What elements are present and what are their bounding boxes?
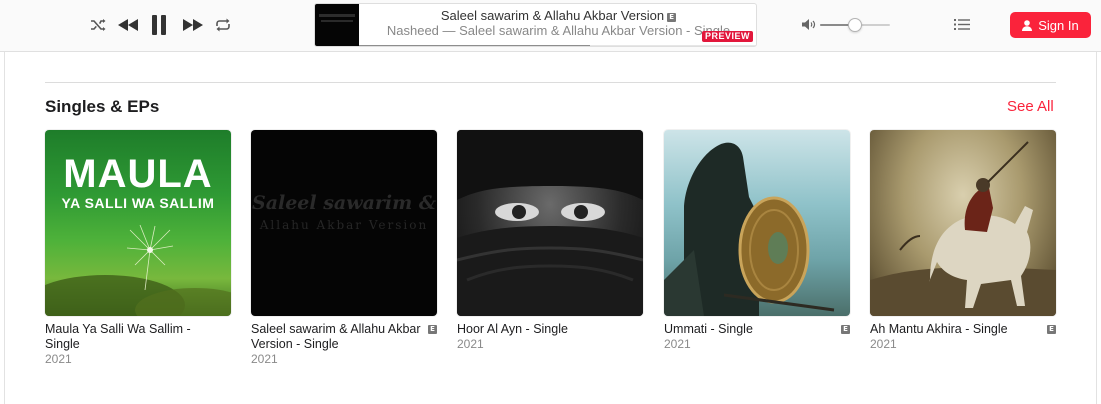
album-artwork[interactable] (870, 130, 1056, 316)
now-playing-panel: Saleel sawarim & Allahu Akbar Version E N… (314, 3, 757, 47)
album-year: 2021 (457, 337, 484, 351)
volume-slider[interactable] (820, 18, 890, 32)
album-title[interactable]: Hoor Al Ayn - Single (457, 322, 643, 337)
list-icon[interactable] (954, 18, 970, 36)
section-divider (45, 82, 1056, 83)
now-playing-subtitle[interactable]: Nasheed — Saleel sawarim & Allahu Akbar … (359, 23, 756, 38)
now-playing-title: Saleel sawarim & Allahu Akbar Version E (359, 8, 756, 23)
artwork-title-text: Saleel sawarim & (251, 192, 437, 214)
see-all-link[interactable]: See All (1007, 98, 1054, 115)
playback-progress[interactable] (359, 45, 756, 46)
album-year: 2021 (45, 352, 72, 366)
pause-icon[interactable] (148, 14, 170, 36)
album-title[interactable]: Maula Ya Salli Wa Sallim - Single (45, 322, 231, 352)
album-card[interactable]: MAULA YA SALLI WA SALLIM Maula Ya Salli … (45, 130, 231, 367)
album-artwork[interactable] (457, 130, 643, 316)
album-card[interactable]: Saleel sawarim & Allahu Akbar Version Sa… (251, 130, 437, 367)
album-card[interactable]: Hoor Al Ayn - Single 2021 (457, 130, 643, 352)
artwork-subtitle-text: YA SALLI WA SALLIM (61, 195, 215, 211)
section-title: Singles & EPs (45, 97, 160, 116)
volume-knob[interactable] (848, 18, 862, 32)
preview-badge: PREVIEW (702, 31, 754, 42)
player-bar: Saleel sawarim & Allahu Akbar Version E N… (0, 0, 1101, 52)
album-title[interactable]: Saleel sawarim & Allahu Akbar Version - … (251, 322, 437, 352)
album-year: 2021 (664, 337, 691, 351)
explicit-badge: E (667, 13, 677, 22)
album-title[interactable]: Ah Mantu Akhira - Single (870, 322, 1056, 337)
album-year: 2021 (870, 337, 897, 351)
album-card[interactable]: Ummati - Single E 2021 (664, 130, 850, 352)
next-icon[interactable] (181, 14, 205, 36)
previous-icon[interactable] (116, 14, 140, 36)
person-icon (1022, 19, 1033, 31)
album-title[interactable]: Ummati - Single (664, 322, 850, 337)
speaker-icon[interactable] (801, 18, 816, 36)
explicit-badge: E (428, 325, 437, 334)
playback-progress-fill (359, 45, 591, 46)
album-card[interactable]: Ah Mantu Akhira - Single E 2021 (870, 130, 1056, 352)
repeat-icon[interactable] (214, 14, 232, 36)
artwork-subtitle-text: Allahu Akbar Version (259, 218, 429, 232)
explicit-badge: E (841, 325, 850, 334)
now-playing-artwork[interactable] (315, 4, 359, 46)
album-artwork[interactable]: Saleel sawarim & Allahu Akbar Version (251, 130, 437, 316)
album-year: 2021 (251, 352, 278, 366)
album-artwork[interactable]: MAULA YA SALLI WA SALLIM (45, 130, 231, 316)
shuffle-icon[interactable] (89, 14, 107, 36)
sign-in-button[interactable]: Sign In (1010, 12, 1091, 38)
sign-in-label: Sign In (1038, 17, 1079, 33)
explicit-badge: E (1047, 325, 1056, 334)
album-artwork[interactable] (664, 130, 850, 316)
artwork-title-text: MAULA (63, 152, 213, 196)
